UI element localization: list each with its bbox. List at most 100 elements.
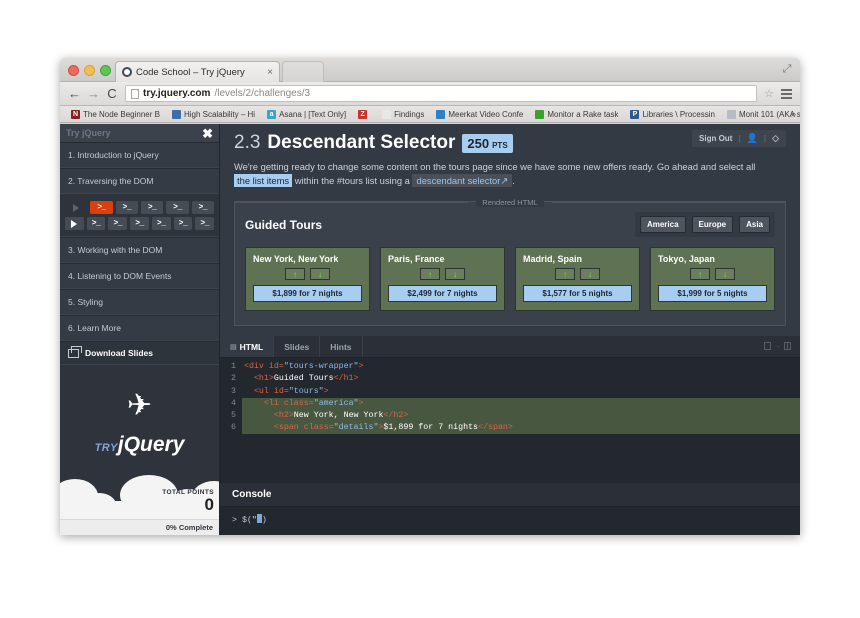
code-icon[interactable]: ◇ bbox=[772, 133, 779, 144]
download-slides-button[interactable]: Download Slides bbox=[60, 341, 219, 365]
bookmark-item[interactable]: Z bbox=[352, 109, 376, 119]
tour-name: Madrid, Spain bbox=[523, 254, 583, 265]
tour-card[interactable]: Madrid, Spain ↑ ↓ $1,577 for 5 nights bbox=[515, 247, 640, 312]
sidebar-item-working-with-dom[interactable]: 3. Working with the DOM bbox=[60, 237, 219, 263]
divider: | bbox=[738, 134, 741, 143]
new-tab-button[interactable] bbox=[282, 61, 324, 82]
move-up-button[interactable]: ↑ bbox=[690, 268, 710, 281]
address-bar[interactable]: try.jquery.com/levels/2/challenges/3 bbox=[125, 85, 758, 102]
terminal-step-button[interactable]: >_ bbox=[130, 217, 149, 230]
tour-price[interactable]: $1,999 for 5 nights bbox=[658, 285, 767, 303]
terminal-step-button[interactable]: >_ bbox=[86, 217, 106, 230]
play-step-button[interactable] bbox=[65, 217, 84, 230]
back-button[interactable]: ← bbox=[68, 86, 81, 101]
browser-titlebar: Code School – Try jQuery × ⤢ bbox=[60, 58, 800, 82]
descendant-selector-link[interactable]: descendant selector↗ bbox=[412, 174, 513, 188]
zoom-window-button[interactable] bbox=[100, 65, 111, 76]
maximize-icon[interactable]: ⤢ bbox=[781, 63, 793, 75]
total-points: TOTAL POINTS 0 bbox=[162, 489, 214, 513]
line-number: 5 bbox=[231, 410, 236, 420]
move-up-button[interactable]: ↑ bbox=[555, 268, 575, 281]
sidebar-item-introduction[interactable]: 1. Introduction to jQuery bbox=[60, 142, 219, 168]
sign-out-button[interactable]: Sign Out bbox=[699, 134, 732, 143]
tour-card[interactable]: New York, New York ↑ ↓ $1,899 for 7 nights bbox=[245, 247, 370, 312]
bookmark-item[interactable]: N The Node Beginner B bbox=[65, 109, 166, 119]
tab-close-icon[interactable]: × bbox=[267, 67, 273, 78]
tour-price[interactable]: $2,499 for 7 nights bbox=[388, 285, 497, 303]
terminal-step-button[interactable]: >_ bbox=[191, 201, 214, 214]
filter-button-america[interactable]: America bbox=[639, 216, 686, 234]
split-pane-icon[interactable] bbox=[784, 342, 791, 351]
code-token: </h2> bbox=[383, 410, 409, 420]
bookmark-item[interactable]: P Libraries \ Processin bbox=[624, 109, 720, 119]
terminal-step-button[interactable]: >_ bbox=[173, 217, 193, 230]
move-down-button[interactable]: ↓ bbox=[580, 268, 600, 281]
terminal-step-button[interactable]: >_ bbox=[115, 201, 138, 214]
tab-hints[interactable]: Hints bbox=[320, 336, 363, 358]
terminal-step-button[interactable]: >_ bbox=[90, 201, 113, 214]
code-token: "details" bbox=[333, 423, 379, 433]
sidebar-promo: ✈ TRYjQuery TOTAL POINTS 0 0% Complete bbox=[60, 365, 219, 535]
close-window-button[interactable] bbox=[68, 65, 79, 76]
sidebar-item-listening-dom-events[interactable]: 4. Listening to DOM Events bbox=[60, 263, 219, 289]
layout-toggle[interactable]: → bbox=[764, 342, 791, 351]
move-down-button[interactable]: ↓ bbox=[715, 268, 735, 281]
sidebar-item-learn-more[interactable]: 6. Learn More bbox=[60, 315, 219, 341]
code-line[interactable]: 4 <li class="america"> bbox=[220, 397, 800, 410]
terminal-step-button[interactable]: >_ bbox=[195, 217, 215, 230]
console-input-after: ) bbox=[261, 516, 267, 525]
console-input-line[interactable]: > $(") bbox=[220, 507, 800, 535]
terminal-step-button[interactable]: >_ bbox=[151, 217, 171, 230]
code-line[interactable]: 1 <div id="tours-wrapper"> bbox=[220, 361, 800, 373]
tour-price[interactable]: $1,899 for 7 nights bbox=[253, 285, 362, 303]
code-area[interactable]: 1 <div id="tours-wrapper"> 2 <h1>Guided To… bbox=[220, 358, 800, 483]
move-down-button[interactable]: ↓ bbox=[310, 268, 330, 281]
bookmark-item[interactable]: Meerkat Video Confe bbox=[430, 109, 529, 119]
code-line[interactable]: 5 <h2>New York, New York</h2> bbox=[220, 409, 800, 423]
tour-price[interactable]: $1,577 for 5 nights bbox=[523, 285, 632, 303]
close-icon[interactable]: ✖ bbox=[202, 127, 213, 140]
terminal-step-button[interactable]: >_ bbox=[140, 201, 164, 214]
terminal-icon: >_ bbox=[135, 219, 144, 228]
tour-card[interactable]: Tokyo, Japan ↑ ↓ $1,999 for 5 nights bbox=[650, 247, 775, 312]
code-line[interactable]: 2 <h1>Guided Tours</h1> bbox=[220, 373, 800, 385]
bookmark-favicon-icon: Z bbox=[358, 109, 368, 119]
tour-card[interactable]: Paris, France ↑ ↓ $2,499 for 7 nights bbox=[380, 247, 505, 312]
slides-icon bbox=[68, 346, 82, 358]
minimize-window-button[interactable] bbox=[84, 65, 95, 76]
terminal-step-button[interactable]: >_ bbox=[166, 201, 189, 214]
code-line[interactable]: 6 <span class="details">$1,899 for 7 nig… bbox=[220, 422, 800, 435]
browser-tab[interactable]: Code School – Try jQuery × bbox=[115, 61, 280, 82]
logo-jquery-text: jQuery bbox=[117, 433, 185, 456]
external-link-icon: ↗ bbox=[500, 175, 509, 187]
browser-menu-icon[interactable] bbox=[781, 88, 792, 99]
filter-button-asia[interactable]: Asia bbox=[739, 216, 770, 234]
single-pane-icon[interactable] bbox=[764, 342, 771, 351]
reload-button[interactable]: C bbox=[106, 86, 118, 101]
bookmark-star-icon[interactable]: ☆ bbox=[764, 87, 774, 100]
forward-button[interactable]: → bbox=[87, 86, 100, 101]
move-up-button[interactable]: ↑ bbox=[420, 268, 440, 281]
tab-slides[interactable]: Slides bbox=[274, 336, 321, 358]
user-icon[interactable]: 👤 bbox=[747, 133, 758, 144]
terminal-step-button[interactable]: >_ bbox=[108, 217, 128, 230]
bookmark-item[interactable]: Monit 101 (AKA syst bbox=[721, 109, 800, 119]
terminal-icon: >_ bbox=[122, 203, 132, 212]
points-value: 250 bbox=[467, 136, 490, 151]
sidebar-item-traversing[interactable]: 2. Traversing the DOM bbox=[60, 168, 219, 194]
sidebar-item-styling[interactable]: 5. Styling bbox=[60, 289, 219, 315]
bookmarks-overflow-icon[interactable]: » bbox=[791, 109, 796, 119]
move-down-button[interactable]: ↓ bbox=[445, 268, 465, 281]
move-up-button[interactable]: ↑ bbox=[285, 268, 305, 281]
play-step-button[interactable] bbox=[65, 201, 87, 214]
bookmark-item[interactable]: Findings bbox=[376, 109, 430, 119]
tab-html[interactable]: ▤ HTML bbox=[220, 336, 275, 358]
code-line[interactable]: 3 <ul id="tours"> bbox=[220, 386, 800, 398]
main-content: Sign Out | 👤 | ◇ 2.3 Descendant Selector… bbox=[220, 124, 800, 535]
tour-arrows: ↑ ↓ bbox=[658, 268, 767, 281]
bookmark-item[interactable]: High Scalability – Hi bbox=[166, 109, 261, 119]
bookmark-item[interactable]: Monitor a Rake task bbox=[529, 109, 624, 119]
line-number: 1 bbox=[231, 362, 236, 372]
filter-button-europe[interactable]: Europe bbox=[691, 216, 734, 234]
bookmark-item[interactable]: a Asana | [Text Only] bbox=[261, 109, 352, 119]
